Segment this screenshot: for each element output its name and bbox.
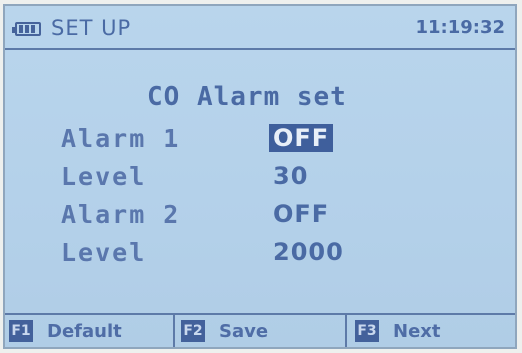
setting-label: Alarm 1 — [61, 124, 181, 153]
screen-title: SET UP — [51, 16, 132, 40]
status-header: SET UP 11:19:32 — [5, 6, 515, 50]
setting-row-level1[interactable]: Level 30 — [5, 162, 515, 196]
battery-icon — [12, 22, 41, 36]
f2-save-button[interactable]: F2 Save — [181, 319, 268, 343]
setting-label: Level — [61, 238, 147, 267]
battery-bar — [25, 25, 29, 33]
setting-row-alarm1[interactable]: Alarm 1 OFF — [5, 124, 515, 158]
battery-bar — [31, 25, 35, 33]
page-heading: CO Alarm set — [147, 82, 347, 112]
clock: 11:19:32 — [415, 17, 505, 38]
setting-value[interactable]: OFF — [273, 200, 329, 228]
f3-next-button[interactable]: F3 Next — [355, 319, 441, 343]
setting-label: Alarm 2 — [61, 200, 181, 229]
setting-value[interactable]: 30 — [273, 162, 308, 190]
footer-divider — [173, 315, 175, 347]
f1-default-button[interactable]: F1 Default — [9, 319, 122, 343]
f2-key-badge: F2 — [181, 320, 205, 342]
setting-label: Level — [61, 162, 147, 191]
setting-value[interactable]: 2000 — [273, 238, 344, 266]
lcd-screen: SET UP 11:19:32 CO Alarm set Alarm 1 OFF… — [3, 4, 517, 349]
f3-key-label: Next — [393, 320, 441, 342]
function-key-bar: F1 Default F2 Save F3 Next — [5, 313, 515, 347]
battery-bar — [19, 25, 23, 33]
device-bezel: SET UP 11:19:32 CO Alarm set Alarm 1 OFF… — [0, 0, 522, 353]
f3-key-badge: F3 — [355, 320, 379, 342]
f2-key-label: Save — [219, 320, 269, 342]
f1-key-badge: F1 — [9, 320, 33, 342]
setting-row-level2[interactable]: Level 2000 — [5, 238, 515, 272]
setting-row-alarm2[interactable]: Alarm 2 OFF — [5, 200, 515, 234]
f1-key-label: Default — [47, 320, 122, 342]
setting-value-selected[interactable]: OFF — [269, 124, 334, 152]
footer-divider — [345, 315, 347, 347]
